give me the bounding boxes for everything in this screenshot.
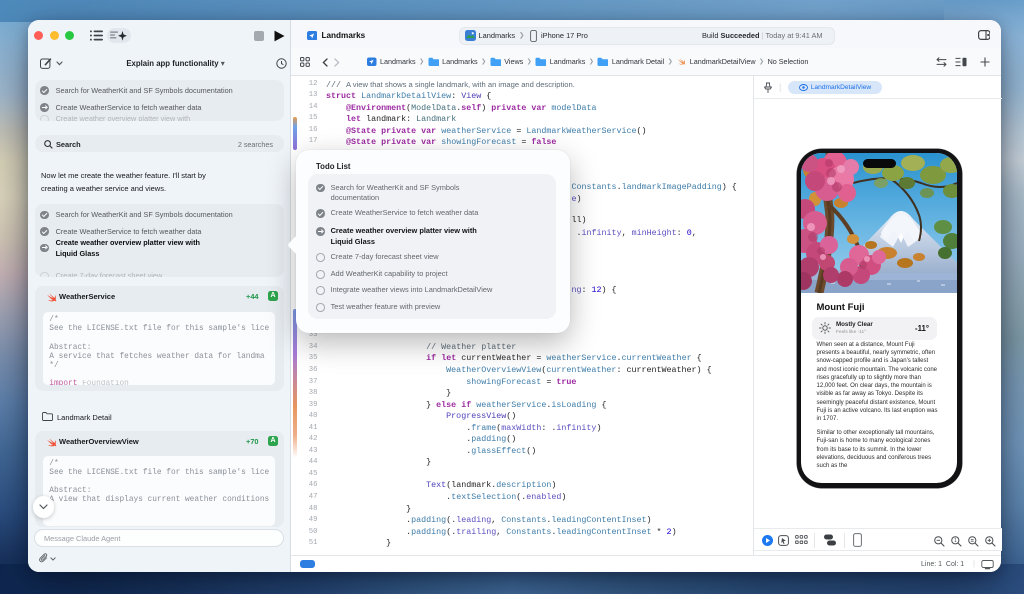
- svg-text:1: 1: [954, 538, 957, 544]
